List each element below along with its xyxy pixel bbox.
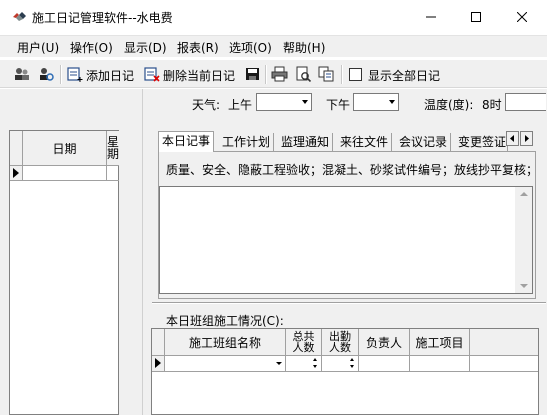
attendance-count-cell[interactable]	[322, 356, 359, 372]
spin-down-icon[interactable]	[350, 365, 354, 368]
minimize-button[interactable]	[408, 0, 454, 34]
project-cell[interactable]	[410, 356, 470, 372]
spin-up-icon[interactable]	[350, 358, 354, 361]
current-row-arrow-icon	[155, 358, 161, 368]
delete-diary-button[interactable]: 删除当前日记	[163, 67, 235, 84]
tab-change-visa[interactable]: 变更签证	[455, 133, 508, 151]
save-icon[interactable]	[244, 66, 261, 82]
scroll-down-icon[interactable]	[520, 284, 528, 288]
vertical-scrollbar[interactable]	[515, 187, 532, 293]
row-indicator	[152, 356, 165, 372]
chevron-left-icon	[510, 135, 514, 142]
grid-corner	[10, 131, 23, 166]
total-count-header-line2: 人数	[292, 341, 315, 354]
chevron-right-icon	[525, 135, 529, 142]
close-icon	[517, 12, 527, 22]
morning-weather-select[interactable]	[256, 93, 312, 111]
scroll-up-icon[interactable]	[520, 192, 528, 196]
toolbar-separator	[265, 65, 267, 84]
date-list-grid[interactable]: 日期 星期	[9, 130, 119, 415]
menu-operate[interactable]: 操作(O)	[70, 39, 113, 56]
users-icon[interactable]	[13, 66, 30, 82]
tab-correspondence[interactable]: 来往文件	[337, 133, 393, 151]
team-name-cell[interactable]	[165, 356, 286, 372]
diary-notes-textarea[interactable]	[159, 186, 533, 294]
maximize-icon	[471, 12, 481, 22]
diary-tabs: 本日记事 工作计划 监理通知 来往文件 会议记录 变更签证	[158, 131, 536, 152]
minimize-icon	[426, 16, 436, 18]
show-all-checkbox[interactable]	[349, 68, 362, 81]
chevron-down-icon	[302, 100, 308, 104]
menu-display[interactable]: 显示(D)	[124, 39, 167, 56]
copy-icon[interactable]	[318, 66, 335, 82]
maximize-button[interactable]	[453, 0, 499, 34]
project-header[interactable]: 施工项目	[410, 329, 470, 356]
grid-corner	[152, 329, 165, 356]
weather-label: 天气:	[192, 98, 221, 112]
crew-section-label: 本日班组施工情况(C):	[166, 314, 284, 328]
leader-cell[interactable]	[359, 356, 410, 372]
tab-work-plan[interactable]: 工作计划	[219, 133, 275, 151]
current-row-arrow-icon	[13, 168, 19, 178]
spin-up-icon[interactable]	[313, 358, 317, 361]
total-count-header[interactable]: 总共 人数	[286, 329, 322, 356]
empty-header	[470, 329, 538, 356]
week-column-header[interactable]: 星期	[107, 131, 119, 166]
tab-scroll-left-button[interactable]	[506, 131, 519, 146]
crew-grid[interactable]: 施工班组名称 总共 人数 出勤 人数 负责人 施工项目	[151, 328, 539, 415]
delete-diary-icon[interactable]	[143, 66, 160, 82]
show-all-label[interactable]: 显示全部日记	[368, 67, 440, 84]
project-header-label: 施工项目	[415, 335, 464, 350]
leader-header[interactable]: 负责人	[359, 329, 410, 356]
afternoon-label: 下午	[326, 98, 351, 112]
attendance-count-header-line2: 人数	[329, 341, 351, 354]
team-name-header[interactable]: 施工班组名称	[165, 329, 286, 356]
date-cell[interactable]	[23, 166, 107, 181]
leader-header-label: 负责人	[365, 335, 402, 350]
afternoon-weather-select[interactable]	[353, 93, 399, 111]
empty-cell	[470, 356, 538, 372]
chevron-down-icon	[389, 100, 395, 104]
chevron-down-icon[interactable]	[276, 362, 282, 365]
menu-bar: 用户(U) 操作(O) 显示(D) 报表(R) 选项(O) 帮助(H)	[0, 35, 547, 57]
attendance-count-header[interactable]: 出勤 人数	[322, 329, 359, 356]
app-logo-icon	[13, 12, 26, 21]
tab-today-notes[interactable]: 本日记事	[158, 131, 215, 152]
user-settings-icon[interactable]	[37, 66, 54, 82]
inspection-items-text: 质量、安全、隐蔽工程验收；混凝土、砂浆试件编号；放线抄平复核；	[166, 163, 532, 177]
tab-supervision-notice[interactable]: 监理通知	[278, 133, 334, 151]
window-title: 施工日记管理软件--水电费	[32, 11, 173, 25]
add-diary-icon[interactable]	[66, 66, 83, 82]
date-column-label: 日期	[52, 141, 77, 156]
print-icon[interactable]	[271, 66, 288, 82]
toolbar: 添加日记 删除当前日记 显示全部日记	[0, 59, 547, 88]
tab-meeting-minutes[interactable]: 会议记录	[396, 133, 452, 151]
toolbar-separator	[60, 65, 62, 84]
team-name-header-label: 施工班组名称	[188, 335, 261, 350]
panel-splitter[interactable]	[152, 302, 546, 304]
menu-report[interactable]: 报表(R)	[177, 39, 219, 56]
print-preview-icon[interactable]	[295, 66, 312, 82]
title-bar: 施工日记管理软件--水电费	[0, 0, 547, 34]
spin-down-icon[interactable]	[313, 365, 317, 368]
tab-scroll-right-button[interactable]	[520, 131, 533, 146]
morning-label: 上午	[228, 98, 253, 112]
toolbar-separator	[341, 65, 343, 84]
menu-options[interactable]: 选项(O)	[229, 39, 272, 56]
menu-help[interactable]: 帮助(H)	[283, 39, 325, 56]
temperature-time-label: 8时	[482, 98, 502, 112]
temperature-input[interactable]	[505, 93, 546, 111]
close-button[interactable]	[499, 0, 545, 34]
add-diary-button[interactable]: 添加日记	[86, 67, 134, 84]
row-indicator	[10, 166, 23, 181]
total-count-cell[interactable]	[286, 356, 322, 372]
week-cell[interactable]	[107, 166, 119, 181]
date-column-header[interactable]: 日期	[23, 131, 107, 166]
menu-user[interactable]: 用户(U)	[17, 39, 59, 56]
temperature-label: 温度(度):	[424, 98, 474, 112]
